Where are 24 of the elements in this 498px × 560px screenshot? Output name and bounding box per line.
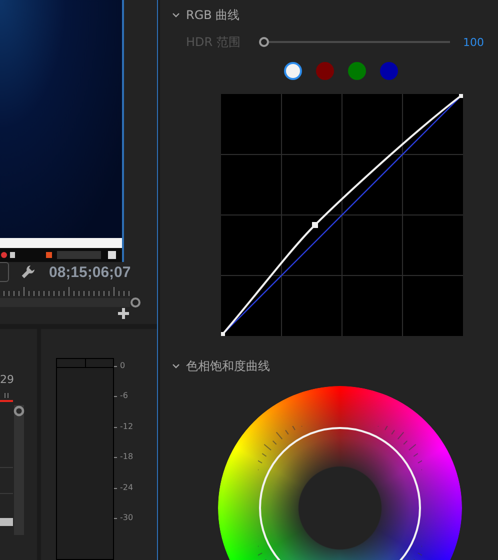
volume-handle[interactable] xyxy=(13,405,25,417)
meter-scale-label: -30 xyxy=(120,514,134,522)
time-label: 29 xyxy=(0,373,14,386)
meter-scale-label: -12 xyxy=(120,422,134,431)
channel-swatch[interactable] xyxy=(284,62,302,80)
chevron-icon[interactable] xyxy=(172,363,180,369)
meter-scale-label: -6 xyxy=(120,392,128,400)
chevron-icon[interactable] xyxy=(172,12,180,18)
wrench-icon[interactable] xyxy=(21,265,35,279)
channel-swatch[interactable] xyxy=(316,62,334,80)
meter-scale-label: -24 xyxy=(120,484,134,492)
timecode: 08;15;06;07 xyxy=(49,264,131,280)
scroll-handle[interactable] xyxy=(130,297,141,308)
playhead-marker xyxy=(0,393,13,402)
scroll-bar[interactable] xyxy=(0,298,130,307)
meter-scale-label: -18 xyxy=(120,453,134,462)
section-title: 色相饱和度曲线 xyxy=(186,358,270,374)
add-icon[interactable] xyxy=(118,308,129,319)
volume-track[interactable] xyxy=(14,405,24,535)
channel-swatch[interactable] xyxy=(348,62,366,80)
clip-bar xyxy=(0,518,13,526)
meter-scale-label: 0 xyxy=(120,362,126,370)
channel-swatch[interactable] xyxy=(380,62,398,80)
section-title: RGB 曲线 xyxy=(186,6,240,24)
